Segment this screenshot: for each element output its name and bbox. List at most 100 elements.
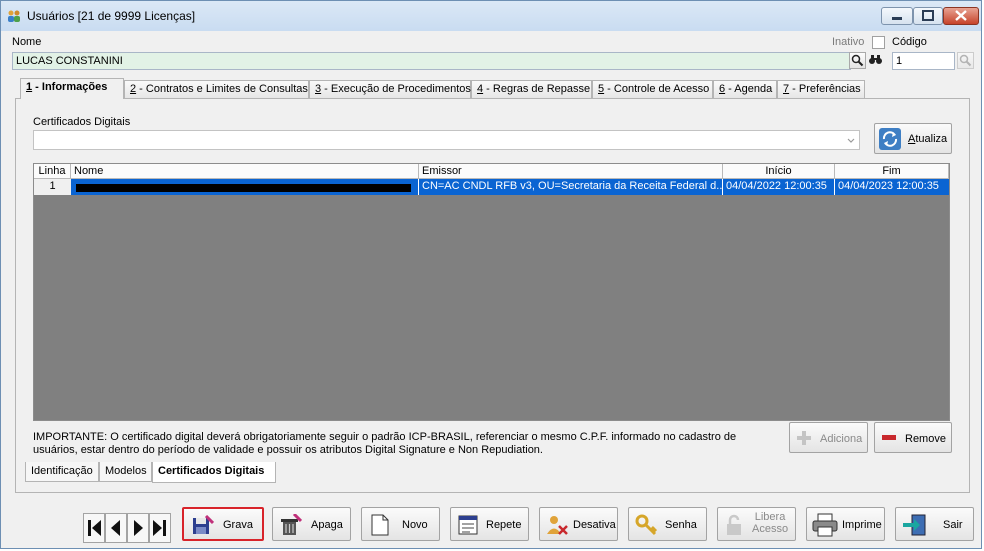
next-record-button[interactable] [127, 513, 149, 543]
minimize-icon [892, 17, 902, 20]
cell-nome [71, 179, 419, 195]
tab-controle-acesso[interactable]: 5 - Controle de Acesso [592, 80, 713, 98]
cell-inicio: 04/04/2022 12:00:35 [723, 179, 835, 195]
certificados-label: Certificados Digitais [33, 116, 131, 128]
certificates-grid[interactable]: Linha Nome Emissor Início Fim 1 CN=AC CN… [33, 163, 950, 421]
unlock-icon [727, 514, 741, 535]
printer-icon [812, 513, 838, 537]
redacted-name-bar [76, 184, 411, 192]
label-line: Libera [754, 511, 786, 523]
close-button[interactable] [943, 7, 979, 25]
grava-label: Grava [223, 519, 253, 531]
tab-informacoes[interactable]: 1 - Informações [20, 78, 124, 99]
tab-agenda[interactable]: 6 - Agenda [713, 80, 777, 98]
tab-label: - Execução de Procedimentos [321, 83, 471, 95]
desativa-button[interactable]: Desativa [539, 507, 618, 541]
deactivate-user-icon [547, 516, 568, 535]
atualiza-button[interactable]: Atualiza [874, 123, 952, 154]
libera-acesso-button[interactable]: Libera Acesso [717, 507, 796, 541]
col-emissor[interactable]: Emissor [419, 164, 723, 179]
users-icon [8, 10, 20, 22]
subtab-modelos[interactable]: Modelos [99, 462, 152, 482]
note-line: IMPORTANTE: O certificado digital deverá… [33, 431, 737, 443]
codigo-input[interactable]: 1 [892, 52, 955, 70]
libera-acesso-label: Libera Acesso [752, 511, 788, 535]
binoculars-button[interactable] [867, 52, 884, 69]
subtab-certificados[interactable]: Certificados Digitais [152, 462, 276, 483]
desativa-label: Desativa [573, 519, 616, 531]
col-linha[interactable]: Linha [34, 164, 71, 179]
minus-icon [882, 435, 896, 440]
tab-contratos[interactable]: 2 - Contratos e Limites de Consultas [124, 80, 309, 98]
note-line: usuários, estar dentro do período de val… [33, 444, 543, 456]
certificados-combo[interactable] [33, 130, 860, 150]
tab-label: - Agenda [725, 83, 773, 95]
save-icon [193, 515, 214, 534]
maximize-icon [922, 10, 934, 21]
remove-label: Remove [905, 433, 946, 445]
first-record-button[interactable] [83, 513, 105, 543]
tab-execucao[interactable]: 3 - Execução de Procedimentos [309, 80, 471, 98]
apaga-button[interactable]: Apaga [272, 507, 351, 541]
name-label: Nome [12, 36, 42, 48]
magnifier-icon [851, 54, 864, 67]
imprime-label: Imprime [842, 519, 882, 531]
cell-fim: 04/04/2023 12:00:35 [835, 179, 949, 195]
grid-header: Linha Nome Emissor Início Fim [34, 164, 949, 179]
last-record-button[interactable] [149, 513, 171, 543]
adiciona-label: Adiciona [820, 433, 863, 445]
adiciona-button[interactable]: Adiciona [789, 422, 868, 453]
maximize-button[interactable] [913, 7, 943, 25]
name-input[interactable]: LUCAS CONSTANINI [12, 52, 851, 70]
bottom-toolbar: Grava Apaga Novo Repete Desativa Senha L… [7, 505, 977, 549]
tab-regras-repasse[interactable]: 4 - Regras de Repasse [471, 80, 592, 98]
grava-button[interactable]: Grava [182, 507, 264, 541]
users-window: Usuários [21 de 9999 Licenças] Nome LUCA… [0, 0, 982, 549]
label-line: Acesso [752, 523, 789, 535]
repete-button[interactable]: Repete [450, 507, 529, 541]
remove-button[interactable]: Remove [874, 422, 952, 453]
trash-icon [281, 514, 302, 535]
codigo-label: Código [892, 36, 927, 48]
plus-icon [797, 431, 811, 445]
magnifier-icon [959, 54, 972, 67]
senha-button[interactable]: Senha [628, 507, 707, 541]
tab-label: - Controle de Acesso [604, 83, 710, 95]
minimize-button[interactable] [881, 7, 913, 25]
chevron-down-icon [847, 138, 855, 143]
subtab-identificacao[interactable]: Identificação [25, 462, 99, 482]
tab-preferencias[interactable]: 7 - Preferências [777, 80, 865, 98]
col-inicio[interactable]: Início [723, 164, 835, 179]
title-bar: Usuários [21 de 9999 Licenças] [1, 1, 981, 31]
window-title: Usuários [21 de 9999 Licenças] [27, 9, 196, 23]
novo-button[interactable]: Novo [361, 507, 440, 541]
col-nome[interactable]: Nome [71, 164, 419, 179]
sair-button[interactable]: Sair [895, 507, 974, 541]
senha-label: Senha [665, 519, 697, 531]
table-row[interactable]: 1 CN=AC CNDL RFB v3, OU=Secretaria da Re… [34, 179, 949, 195]
form-content: Nome LUCAS CONSTANINI Inativo Código 1 1… [7, 31, 975, 543]
cell-emissor: CN=AC CNDL RFB v3, OU=Secretaria da Rece… [419, 179, 723, 195]
exit-door-icon [903, 514, 926, 536]
search-name-button[interactable] [849, 52, 866, 69]
inativo-checkbox[interactable] [872, 36, 885, 49]
informacoes-panel: Certificados Digitais Atualiza Linha Nom… [15, 98, 970, 493]
apaga-label: Apaga [311, 519, 343, 531]
previous-record-button[interactable] [105, 513, 127, 543]
inativo-label: Inativo [832, 36, 865, 48]
tab-label: - Preferências [789, 83, 861, 95]
repete-label: Repete [486, 519, 522, 531]
sair-label: Sair [943, 519, 963, 531]
close-icon [955, 10, 967, 21]
repeat-record-icon [458, 515, 478, 535]
key-icon [635, 514, 657, 536]
cell-linha: 1 [49, 180, 56, 192]
search-codigo-button[interactable] [957, 52, 974, 69]
tab-label: - Regras de Repasse [483, 83, 591, 95]
tab-label: - Contratos e Limites de Consultas [136, 83, 308, 95]
imprime-button[interactable]: Imprime [806, 507, 885, 541]
binoculars-icon [869, 55, 882, 64]
important-note: IMPORTANTE: O certificado digital deverá… [33, 431, 773, 457]
col-fim[interactable]: Fim [835, 164, 949, 179]
new-document-icon [371, 514, 389, 536]
